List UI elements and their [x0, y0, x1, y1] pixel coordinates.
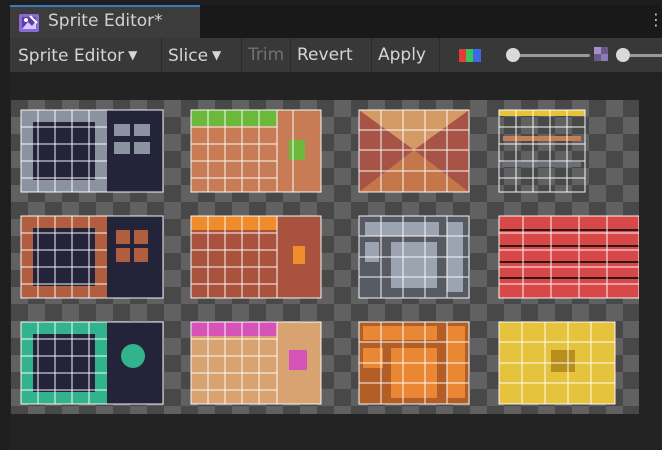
toolbar: Sprite Editor ▼ Slice ▼ Trim Revert Apply	[10, 38, 662, 73]
zoom-slider-thumb[interactable]	[506, 48, 520, 62]
tileset-wood[interactable]	[20, 215, 164, 299]
tileset-stone[interactable]	[20, 109, 164, 193]
mip-slider-track[interactable]	[630, 54, 662, 57]
tileset-sand-slime[interactable]	[190, 321, 322, 405]
slice-dropdown[interactable]: Slice ▼	[162, 38, 242, 72]
rgb-channel-icon[interactable]	[459, 49, 481, 62]
tileset-brick[interactable]	[498, 215, 639, 299]
chevron-down-icon: ▼	[128, 48, 138, 62]
tileset-dirt-grass[interactable]	[190, 109, 322, 193]
tab-strip: Sprite Editor* ⋮	[10, 5, 662, 38]
sprite-editor-mode-label: Sprite Editor	[18, 46, 125, 66]
trim-button[interactable]: Trim	[242, 38, 291, 72]
tileset-green-gem[interactable]	[20, 321, 164, 405]
mip-level-icon	[594, 47, 608, 61]
tileset-orange-block[interactable]	[358, 321, 470, 405]
mip-slider-thumb[interactable]	[616, 48, 630, 62]
chevron-down-icon: ▼	[212, 48, 222, 62]
revert-button[interactable]: Revert	[291, 38, 372, 72]
sprite-editor-icon	[19, 14, 39, 32]
slice-label: Slice	[168, 46, 209, 66]
tileset-metal[interactable]	[358, 215, 470, 299]
tileset-gold-block[interactable]	[498, 321, 616, 405]
tab-sprite-editor[interactable]: Sprite Editor*	[10, 5, 200, 38]
sprite-editor-mode-dropdown[interactable]: Sprite Editor ▼	[10, 38, 162, 72]
kebab-menu-icon[interactable]: ⋮	[648, 8, 662, 32]
sprite-canvas[interactable]	[10, 73, 662, 450]
sprite-sheet[interactable]	[11, 100, 639, 414]
tileset-dirt-lava[interactable]	[190, 215, 322, 299]
sprite-editor-window: Sprite Editor* ⋮ Sprite Editor ▼ Slice ▼ T…	[10, 5, 662, 450]
apply-button[interactable]: Apply	[372, 38, 440, 72]
tab-title: Sprite Editor*	[48, 11, 163, 31]
tileset-roof[interactable]	[358, 109, 470, 193]
zoom-slider-track[interactable]	[510, 54, 590, 57]
